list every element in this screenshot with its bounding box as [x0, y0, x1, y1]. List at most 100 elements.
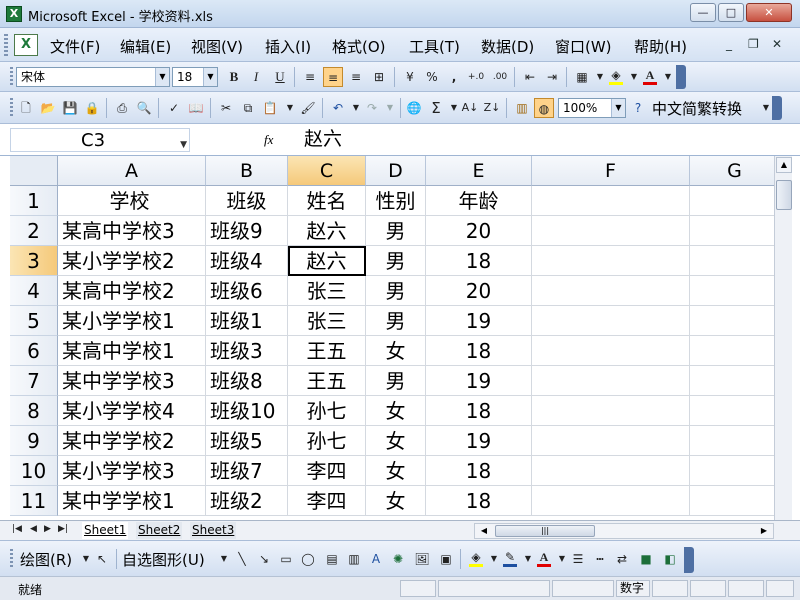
toolbar-options-icon[interactable]: [684, 547, 694, 573]
maximize-button[interactable]: □: [718, 3, 744, 22]
line-color-icon[interactable]: ✎: [500, 547, 520, 567]
cell-g5[interactable]: [690, 306, 774, 336]
chevron-down-icon[interactable]: ▼: [155, 68, 169, 86]
redo-icon[interactable]: ↷: [362, 98, 382, 118]
autosum-button[interactable]: Σ: [426, 98, 446, 118]
cell-d8[interactable]: 女: [366, 396, 426, 426]
cell-b1[interactable]: 班级: [206, 186, 288, 216]
cell-b6[interactable]: 班级3: [206, 336, 288, 366]
cell-f7[interactable]: [532, 366, 690, 396]
menu-format[interactable]: 格式(O): [332, 36, 386, 57]
cell-g10[interactable]: [690, 456, 774, 486]
cell-c10[interactable]: 李四: [288, 456, 366, 486]
research-icon[interactable]: 📖: [186, 98, 206, 118]
menu-data[interactable]: 数据(D): [481, 36, 534, 57]
open-folder-icon[interactable]: 📂: [38, 98, 58, 118]
vertical-scrollbar[interactable]: ▲: [774, 156, 792, 520]
sheet-tab-3[interactable]: Sheet3: [190, 522, 237, 539]
chevron-down-icon[interactable]: ▼: [380, 98, 400, 118]
workbook-icon[interactable]: X: [14, 34, 38, 56]
oval-icon[interactable]: ◯: [298, 549, 318, 569]
cell-d6[interactable]: 女: [366, 336, 426, 366]
toolbar-grip[interactable]: [4, 34, 8, 56]
row-header[interactable]: 11: [10, 486, 58, 516]
sheet-tab-1[interactable]: Sheet1: [82, 522, 129, 539]
cell-a10[interactable]: 某小学学校3: [58, 456, 206, 486]
first-sheet-icon[interactable]: |◀: [12, 524, 22, 534]
cell-e9[interactable]: 19: [426, 426, 532, 456]
sort-ascending-icon[interactable]: A↓: [460, 98, 480, 118]
cell-c4[interactable]: 张三: [288, 276, 366, 306]
cell-e1[interactable]: 年龄: [426, 186, 532, 216]
decrease-decimal-button[interactable]: .00: [490, 67, 510, 87]
row-header[interactable]: 8: [10, 396, 58, 426]
drawing-icon[interactable]: ◍: [534, 98, 554, 118]
hyperlink-icon[interactable]: 🌐: [404, 98, 424, 118]
cell-g3[interactable]: [690, 246, 774, 276]
sheet-tab-2[interactable]: Sheet2: [136, 522, 183, 539]
scroll-right-icon[interactable]: ▶: [757, 525, 771, 537]
align-right-icon[interactable]: ≡: [346, 67, 366, 87]
cell-g9[interactable]: [690, 426, 774, 456]
cell-b4[interactable]: 班级6: [206, 276, 288, 306]
row-header[interactable]: 5: [10, 306, 58, 336]
select-all-corner[interactable]: [10, 156, 58, 186]
doc-minimize-button[interactable]: _: [726, 37, 732, 51]
cell-g4[interactable]: [690, 276, 774, 306]
cell-b10[interactable]: 班级7: [206, 456, 288, 486]
column-header-g[interactable]: G: [690, 156, 774, 186]
cell-b7[interactable]: 班级8: [206, 366, 288, 396]
underline-button[interactable]: U: [270, 67, 290, 87]
row-header[interactable]: 1: [10, 186, 58, 216]
currency-icon[interactable]: ¥: [400, 67, 420, 87]
cell-d4[interactable]: 男: [366, 276, 426, 306]
scroll-left-icon[interactable]: ◀: [477, 525, 491, 537]
picture-icon[interactable]: ▣: [436, 549, 456, 569]
cell-g6[interactable]: [690, 336, 774, 366]
cell-d11[interactable]: 女: [366, 486, 426, 516]
autoshapes-button[interactable]: 自选图形(U): [122, 549, 205, 570]
cell-f1[interactable]: [532, 186, 690, 216]
decrease-indent-icon[interactable]: ⇤: [520, 67, 540, 87]
row-header[interactable]: 4: [10, 276, 58, 306]
rectangle-icon[interactable]: ▭: [276, 549, 296, 569]
cell-c5[interactable]: 张三: [288, 306, 366, 336]
align-left-icon[interactable]: ≡: [300, 67, 320, 87]
align-center-icon[interactable]: ≡: [323, 67, 343, 87]
next-sheet-icon[interactable]: ▶: [44, 524, 51, 534]
menu-help[interactable]: 帮助(H): [634, 36, 687, 57]
save-icon[interactable]: 💾: [60, 98, 80, 118]
cell-b11[interactable]: 班级2: [206, 486, 288, 516]
cell-d2[interactable]: 男: [366, 216, 426, 246]
cell-b8[interactable]: 班级10: [206, 396, 288, 426]
print-icon[interactable]: ⎙: [112, 98, 132, 118]
toolbar-grip[interactable]: [10, 98, 13, 118]
cell-e2[interactable]: 20: [426, 216, 532, 246]
cell-e8[interactable]: 18: [426, 396, 532, 426]
cell-f4[interactable]: [532, 276, 690, 306]
dash-style-icon[interactable]: ┅: [590, 549, 610, 569]
wordart-icon[interactable]: A: [366, 549, 386, 569]
cell-e7[interactable]: 19: [426, 366, 532, 396]
toolbar-options-icon[interactable]: [772, 96, 782, 120]
diagram-icon[interactable]: ✺: [388, 549, 408, 569]
chevron-down-icon[interactable]: ▼: [214, 549, 234, 569]
chevron-down-icon[interactable]: ▼: [180, 133, 187, 157]
column-header-f[interactable]: F: [532, 156, 690, 186]
cell-e10[interactable]: 18: [426, 456, 532, 486]
cell-a5[interactable]: 某小学学校1: [58, 306, 206, 336]
toolbar-options-icon[interactable]: [676, 65, 686, 89]
percent-button[interactable]: %: [422, 67, 442, 87]
horizontal-scrollbar[interactable]: ◀ ||| ▶: [474, 523, 774, 539]
worksheet-grid[interactable]: ABCDEFG 1 学校 班级 姓名 性别 年龄 2 某高中学校3 班级9 赵六男 20 3 某小学学校…: [10, 156, 774, 520]
cell-c7[interactable]: 王五: [288, 366, 366, 396]
cell-f8[interactable]: [532, 396, 690, 426]
chinese-conversion-button[interactable]: 中文简繁转换: [652, 98, 742, 119]
chevron-down-icon[interactable]: ▼: [611, 99, 625, 117]
cell-g8[interactable]: [690, 396, 774, 426]
print-preview-icon[interactable]: 🔍: [134, 98, 154, 118]
arrow-style-icon[interactable]: ⇄: [612, 549, 632, 569]
cell-g7[interactable]: [690, 366, 774, 396]
column-header-c[interactable]: C: [288, 156, 366, 186]
zoom-select[interactable]: 100% ▼: [558, 98, 626, 118]
